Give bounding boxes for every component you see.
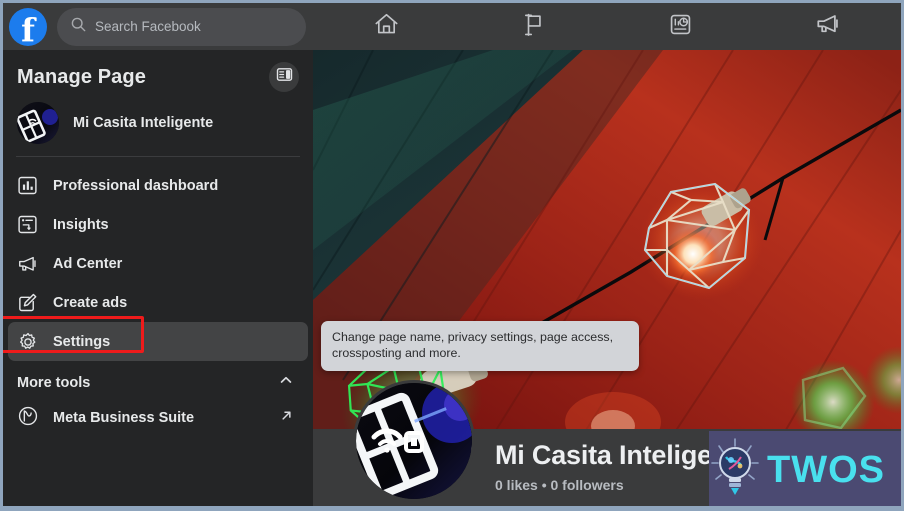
nav-insights[interactable] [607, 3, 754, 50]
sidebar-item-label: Create ads [53, 294, 128, 311]
sidebar-item-settings[interactable]: Settings [8, 322, 308, 361]
nav-pages[interactable] [460, 3, 607, 50]
panel-toggle-button[interactable] [269, 62, 299, 92]
more-tools-section-header[interactable]: More tools [3, 361, 313, 396]
insights-dashboard-icon [667, 11, 694, 43]
panel-toggle-icon [276, 66, 293, 88]
insights-panel-icon [17, 214, 43, 235]
megaphone-ads-icon [814, 10, 842, 43]
manage-page-sidebar: Manage Page Mi Casita Inteligente Profes… [3, 50, 313, 506]
sidebar-menu: Professional dashboard Insights Ad Cente… [3, 157, 313, 361]
sidebar-item-insights[interactable]: Insights [8, 205, 308, 244]
page-title: Manage Page [17, 65, 146, 88]
sidebar-item-label: Professional dashboard [53, 177, 219, 194]
sidebar-header: Manage Page [3, 50, 313, 94]
sidebar-item-label: Ad Center [53, 255, 123, 272]
sidebar-page-row[interactable]: Mi Casita Inteligente [3, 94, 313, 156]
gear-icon [17, 331, 43, 353]
sidebar-page-name: Mi Casita Inteligente [73, 115, 214, 131]
search-bar[interactable] [57, 7, 306, 46]
sidebar-item-label: Insights [53, 216, 109, 233]
search-input[interactable] [95, 19, 292, 34]
bar-chart-icon [17, 175, 43, 196]
tooltip-text: Change page name, privacy settings, page… [332, 330, 614, 361]
twos-watermark: TWOS [709, 431, 901, 506]
facebook-logo-icon[interactable]: f [9, 7, 47, 50]
top-navigation-bar: f [3, 3, 901, 50]
facebook-logo-glyph: f [21, 11, 35, 50]
sidebar-item-label: Meta Business Suite [53, 410, 195, 426]
cover-photo[interactable] [313, 50, 901, 435]
profile-avatar[interactable] [353, 380, 475, 502]
flag-pages-icon [520, 11, 547, 43]
megaphone-icon [17, 253, 43, 275]
sidebar-item-label: Settings [53, 333, 111, 350]
pencil-compose-icon [17, 292, 43, 313]
external-link-icon [280, 409, 293, 427]
search-icon [71, 17, 86, 37]
home-icon [373, 11, 400, 43]
lightbulb-icon [709, 437, 761, 504]
nav-home[interactable] [313, 3, 460, 50]
facebook-page-manager-window: f Search Facebook Manage Page Mi Casita … [3, 3, 901, 506]
sidebar-item-professional-dashboard[interactable]: Professional dashboard [8, 166, 308, 205]
more-tools-label: More tools [17, 374, 91, 391]
sidebar-item-ad-center[interactable]: Ad Center [8, 244, 308, 283]
nav-ads[interactable] [754, 3, 901, 50]
page-avatar[interactable] [17, 102, 59, 144]
chevron-up-icon [279, 373, 293, 392]
settings-tooltip: Change page name, privacy settings, page… [321, 321, 639, 371]
sidebar-item-meta-business-suite[interactable]: Meta Business Suite [3, 396, 313, 434]
nav-icon-group [313, 3, 901, 50]
meta-infinity-icon [17, 405, 41, 432]
sidebar-item-create-ads[interactable]: Create ads [8, 283, 308, 322]
watermark-text: TWOS [767, 448, 885, 491]
